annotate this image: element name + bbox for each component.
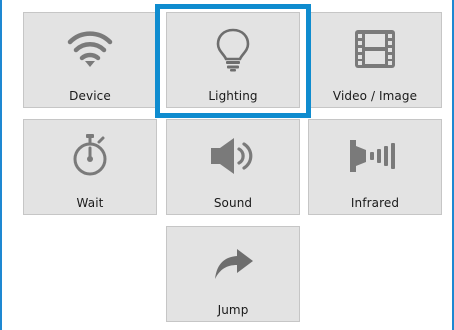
tile-jump[interactable]: Jump [166,226,300,322]
tile-device[interactable]: Device [23,12,157,108]
lightbulb-icon [167,21,299,77]
tile-label: Video / Image [332,89,418,103]
tile-label: Lighting [208,89,258,103]
tile-lighting[interactable]: Lighting [166,12,300,108]
jump-arrow-icon [167,235,299,291]
block-palette-panel: Device Lighting Video / Image Wait Sound… [0,0,454,330]
tile-label: Jump [217,303,249,317]
film-icon [309,21,441,77]
tile-label: Wait [76,196,104,210]
tile-sound[interactable]: Sound [166,119,300,215]
tile-video-image[interactable]: Video / Image [308,12,442,108]
tile-wait[interactable]: Wait [23,119,157,215]
tile-infrared[interactable]: Infrared [308,119,442,215]
tile-label: Device [69,89,111,103]
infrared-icon [309,128,441,184]
wifi-icon [24,21,156,77]
tile-label: Infrared [350,196,400,210]
tile-label: Sound [213,196,253,210]
speaker-icon [167,128,299,184]
stopwatch-icon [24,128,156,184]
